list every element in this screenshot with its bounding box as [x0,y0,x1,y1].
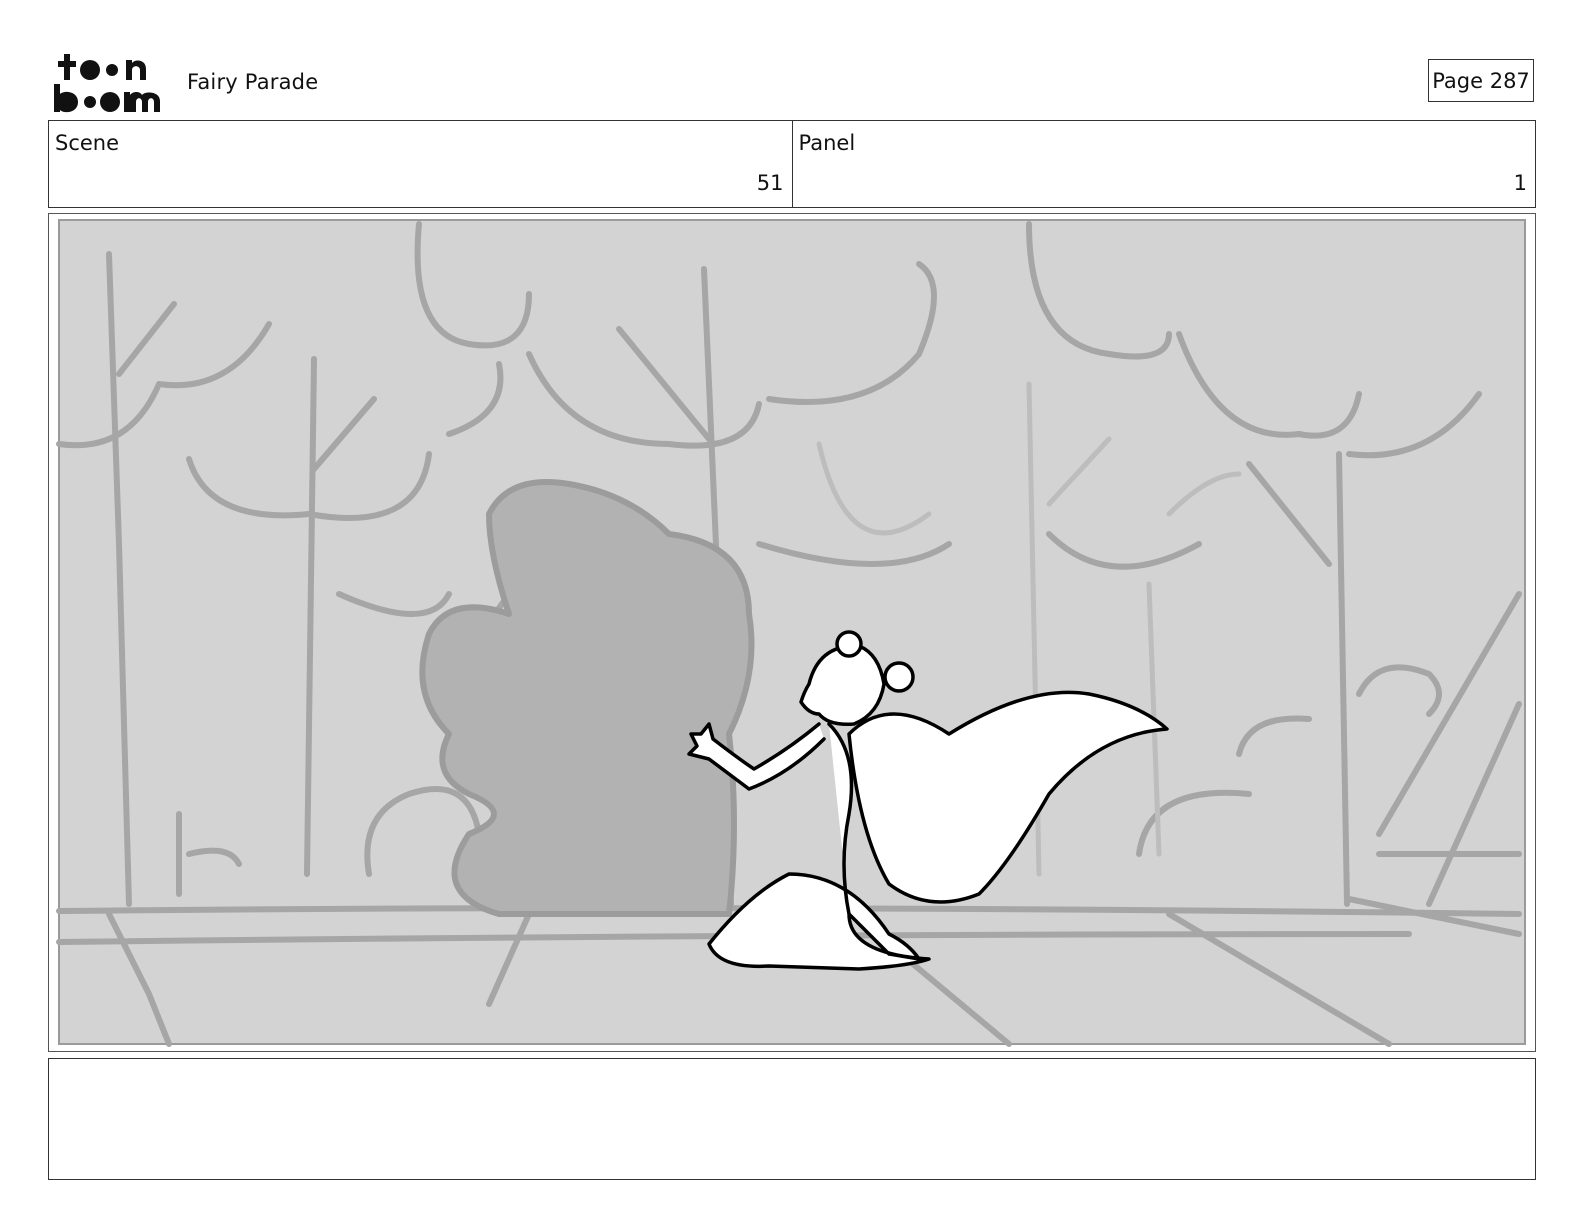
panel-number: 1 [1513,171,1527,195]
panel-label: Panel [798,131,856,155]
storyboard-sketch [49,214,1535,1051]
scene-cell: Scene 51 [49,121,792,207]
page-number: Page 287 [1428,59,1534,102]
scene-panel-info: Scene 51 Panel 1 [48,120,1536,208]
toon-boom-logo [54,54,160,113]
scene-label: Scene [55,131,120,155]
panel-cell: Panel 1 [791,121,1536,207]
storyboard-panel [48,213,1536,1052]
notes-box [48,1058,1536,1180]
scene-number: 51 [756,171,784,195]
project-title: Fairy Parade [187,70,319,94]
